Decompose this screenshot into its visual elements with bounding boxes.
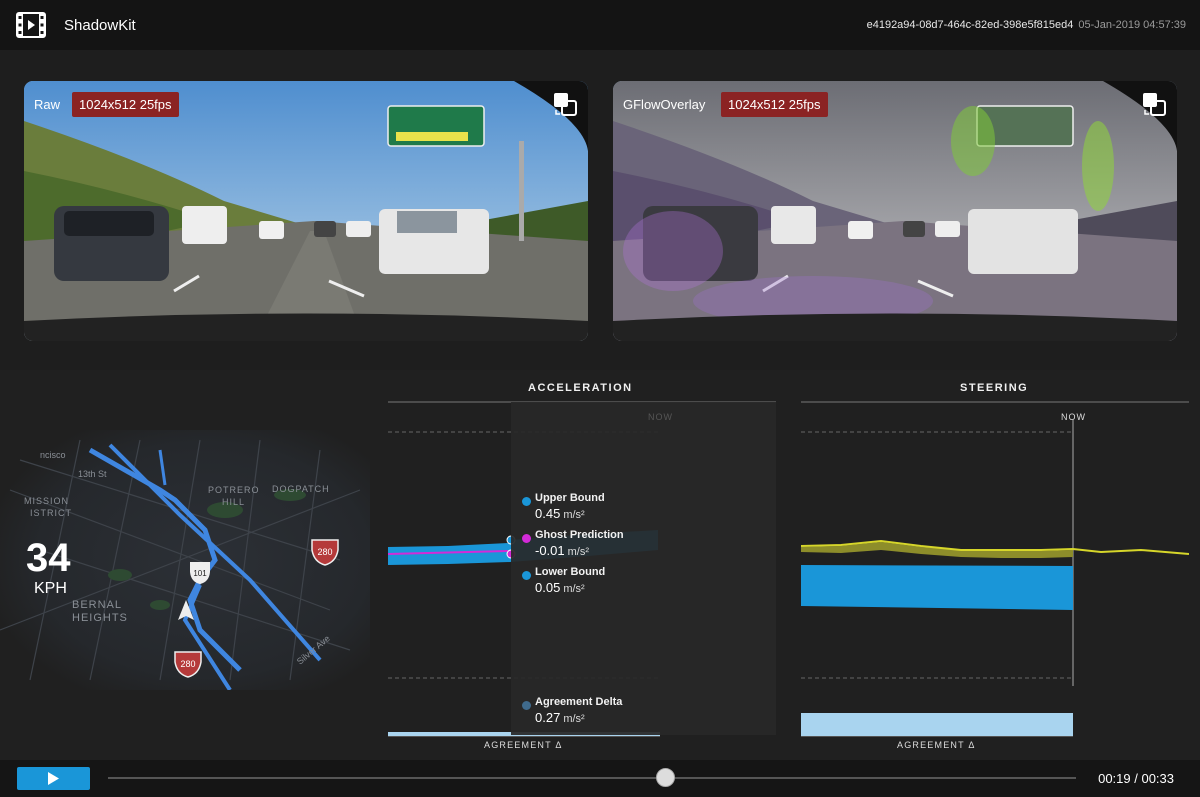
svg-text:BERNAL: BERNAL	[72, 599, 122, 611]
dot-icon	[522, 701, 531, 710]
video-label: Raw	[34, 97, 61, 112]
session-timestamp: 05-Jan-2019 04:57:39	[1078, 19, 1186, 31]
svg-text:280: 280	[317, 547, 332, 557]
speed-readout: 34 KPH	[26, 538, 71, 598]
acceleration-tooltip: Upper Bound 0.45 m/s² Ghost Prediction -0…	[511, 402, 776, 735]
header: ShadowKit e4192a94-08d7-464c-82ed-398e5f…	[0, 0, 1200, 50]
svg-text:DOGPATCH: DOGPATCH	[272, 484, 330, 494]
film-icon	[16, 12, 46, 38]
video-label: GFlowOverlay	[623, 97, 706, 112]
now-label: NOW	[648, 412, 673, 422]
session-id: e4192a94-08d7-464c-82ed-398e5f815ed4	[866, 19, 1074, 31]
svg-text:MISSION: MISSION	[24, 496, 69, 506]
timeline-knob[interactable]	[655, 768, 675, 787]
dot-icon	[522, 534, 531, 543]
svg-text:HEIGHTS: HEIGHTS	[72, 612, 128, 624]
agreement-label: AGREEMENT Δ	[484, 740, 563, 750]
overlay-video-panel[interactable]: GFlowOverlay 1024x512 25fps	[613, 81, 1177, 341]
play-icon	[48, 772, 59, 785]
app-title: ShadowKit	[64, 17, 136, 34]
resolution-badge: 1024x512 25fps	[72, 92, 179, 117]
speed-unit: KPH	[34, 580, 67, 597]
svg-text:101: 101	[193, 569, 207, 578]
svg-text:POTRERO: POTRERO	[208, 485, 260, 495]
tooltip-upper-bound: Upper Bound 0.45 m/s²	[522, 492, 605, 521]
steering-confidence-band	[801, 565, 1073, 610]
swap-icon[interactable]	[552, 91, 578, 117]
agreement-label: AGREEMENT Δ	[897, 740, 976, 750]
play-button[interactable]	[17, 767, 90, 790]
tooltip-lower-bound: Lower Bound 0.05 m/s²	[522, 566, 605, 595]
svg-text:280: 280	[180, 659, 195, 669]
steering-title: STEERING	[960, 382, 1029, 394]
tooltip-agreement-delta: Agreement Delta 0.27 m/s²	[522, 696, 622, 725]
svg-text:ISTRICT: ISTRICT	[30, 508, 72, 518]
resolution-badge: 1024x512 25fps	[721, 92, 828, 117]
playback-time: 00:19 / 00:33	[1098, 771, 1174, 786]
raw-video-panel[interactable]: Raw 1024x512 25fps	[24, 81, 588, 341]
acceleration-title: ACCELERATION	[528, 382, 633, 394]
dot-icon	[522, 571, 531, 580]
playback-bar: 00:19 / 00:33	[0, 760, 1200, 797]
tooltip-ghost-prediction: Ghost Prediction -0.01 m/s²	[522, 529, 624, 558]
now-label: NOW	[1061, 412, 1086, 422]
svg-text:13th St: 13th St	[78, 469, 107, 479]
map-panel[interactable]: 280 101 280 ncisco 13th St MISSION ISTRI…	[0, 430, 370, 690]
timeline-track[interactable]	[108, 777, 1076, 779]
video-area: Raw 1024x512 25fps GFlowOverlay 1024x512…	[0, 50, 1200, 370]
raw-video-frame	[24, 81, 588, 341]
steering-agreement-bars	[801, 713, 1073, 736]
swap-icon[interactable]	[1141, 91, 1167, 117]
overlay-video-frame	[613, 81, 1177, 341]
steering-chart[interactable]	[801, 400, 1189, 740]
svg-text:HILL: HILL	[222, 497, 245, 507]
session-info: e4192a94-08d7-464c-82ed-398e5f815ed4 05-J…	[867, 19, 1186, 31]
speed-value: 34	[26, 536, 71, 580]
svg-text:ncisco: ncisco	[40, 450, 66, 460]
dot-icon	[522, 497, 531, 506]
